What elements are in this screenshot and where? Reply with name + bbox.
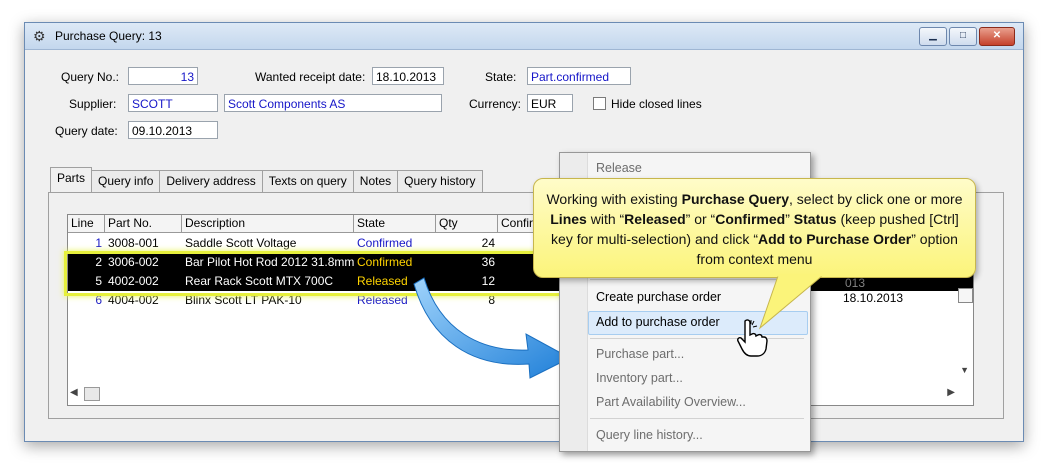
menu-separator bbox=[590, 418, 804, 419]
cell-part-no: 4002-002 bbox=[108, 274, 159, 288]
minimize-button[interactable]: ▁ bbox=[919, 27, 947, 46]
window-controls: ▁ □ ✕ bbox=[919, 27, 1015, 46]
menu-separator bbox=[590, 338, 804, 339]
cell-description: Saddle Scott Voltage bbox=[185, 236, 297, 250]
menu-item-purchase-part[interactable]: Purchase part... bbox=[596, 347, 684, 361]
cell-part-no: 3006-002 bbox=[108, 255, 159, 269]
query-date-field[interactable]: 09.10.2013 bbox=[128, 121, 218, 139]
state-field: Part.confirmed bbox=[527, 67, 631, 85]
cell-line: 1 bbox=[95, 236, 102, 250]
state-label: State: bbox=[485, 70, 517, 84]
cell-part-no: 4004-002 bbox=[108, 293, 159, 307]
tab-strip: Parts Query info Delivery address Texts … bbox=[50, 167, 483, 193]
wanted-receipt-date-field[interactable]: 18.10.2013 bbox=[372, 67, 444, 85]
menu-item-query-line-history[interactable]: Query line history... bbox=[596, 428, 703, 442]
cell-description: Rear Rack Scott MTX 700C bbox=[185, 274, 334, 288]
col-qty[interactable]: Qty bbox=[436, 215, 498, 232]
tab-query-info[interactable]: Query info bbox=[91, 170, 161, 192]
app-icon: ⚙ bbox=[33, 28, 46, 44]
scroll-right-icon[interactable]: ▶ bbox=[947, 387, 955, 398]
query-no-label: Query No.: bbox=[61, 70, 120, 84]
callout-text: Working with existing Purchase Query, se… bbox=[546, 191, 963, 267]
query-no-field[interactable]: 13 bbox=[128, 67, 198, 85]
menu-item-create-purchase-order[interactable]: Create purchase order bbox=[596, 290, 721, 304]
menu-item-inventory-part[interactable]: Inventory part... bbox=[596, 371, 683, 385]
grid-date-fragment: 013 bbox=[845, 276, 866, 290]
horizontal-scrollbar[interactable]: ◀ ▶ bbox=[70, 387, 955, 401]
tab-query-history[interactable]: Query history bbox=[397, 170, 483, 192]
tab-texts-on-query[interactable]: Texts on query bbox=[261, 170, 354, 192]
supplier-label: Supplier: bbox=[69, 97, 117, 111]
tab-notes[interactable]: Notes bbox=[352, 170, 399, 192]
window-title: Purchase Query: 13 bbox=[55, 29, 162, 43]
menu-item-part-availability[interactable]: Part Availability Overview... bbox=[596, 395, 746, 409]
grid-date-cell: 18.10.2013 bbox=[843, 291, 904, 305]
menu-item-add-to-purchase-order[interactable]: Add to purchase order bbox=[596, 315, 720, 329]
wanted-receipt-label: Wanted receipt date: bbox=[255, 70, 366, 84]
cell-line: 2 bbox=[95, 255, 102, 269]
cell-description: Blinx Scott LT PAK-10 bbox=[185, 293, 302, 307]
tab-delivery-address[interactable]: Delivery address bbox=[159, 170, 263, 192]
row-checkbox[interactable] bbox=[958, 288, 973, 303]
cell-part-no: 3008-001 bbox=[108, 236, 159, 250]
supplier-code-field[interactable]: SCOTT bbox=[128, 94, 218, 112]
menu-item-release[interactable]: Release bbox=[596, 161, 642, 175]
col-line[interactable]: Line bbox=[68, 215, 105, 232]
instruction-callout: Working with existing Purchase Query, se… bbox=[533, 178, 976, 278]
col-description[interactable]: Description bbox=[182, 215, 354, 232]
cell-description: Bar Pilot Hot Rod 2012 31.8mm ( bbox=[185, 255, 354, 269]
title-bar: ⚙ Purchase Query: 13 ▁ □ ✕ bbox=[25, 23, 1023, 50]
tab-parts[interactable]: Parts bbox=[50, 167, 93, 193]
scroll-thumb[interactable] bbox=[84, 387, 100, 401]
cell-line: 6 bbox=[95, 293, 102, 307]
supplier-name-field: Scott Components AS bbox=[224, 94, 442, 112]
currency-label: Currency: bbox=[469, 97, 522, 111]
hand-cursor-icon bbox=[737, 319, 768, 357]
maximize-button[interactable]: □ bbox=[949, 27, 977, 46]
currency-field[interactable]: EUR bbox=[527, 94, 573, 112]
query-date-label: Query date: bbox=[55, 124, 118, 138]
col-state[interactable]: State bbox=[354, 215, 436, 232]
scroll-left-icon[interactable]: ◀ bbox=[70, 387, 78, 398]
close-button[interactable]: ✕ bbox=[979, 27, 1015, 46]
cell-line: 5 bbox=[95, 274, 102, 288]
hide-closed-label: Hide closed lines bbox=[611, 97, 702, 111]
pointer-arrow-icon bbox=[413, 277, 572, 379]
cell-qty: 24 bbox=[481, 236, 495, 250]
scroll-down-icon[interactable]: ▼ bbox=[960, 365, 969, 375]
cell-state: Confirmed bbox=[357, 236, 413, 250]
col-part-no[interactable]: Part No. bbox=[105, 215, 182, 232]
hide-closed-checkbox[interactable] bbox=[593, 97, 606, 110]
